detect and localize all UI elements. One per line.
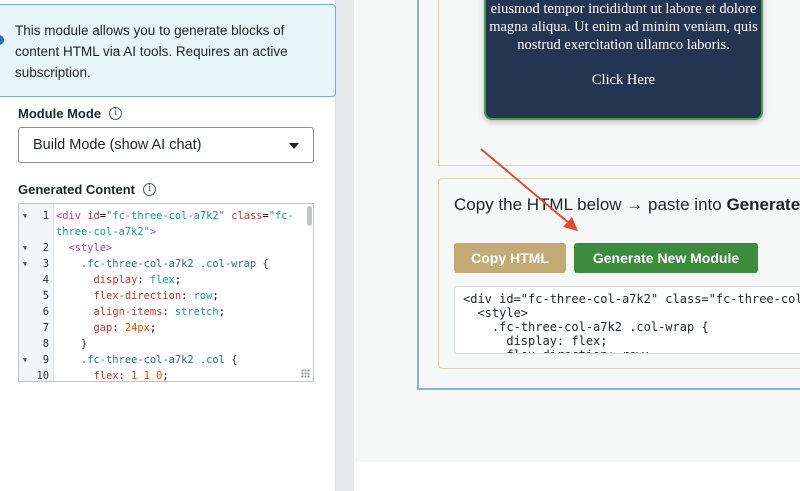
generated-content-label-text: Generated Content	[18, 182, 136, 197]
line-number: 5	[42, 290, 49, 302]
copy-html-button[interactable]: Copy HTML	[454, 243, 566, 273]
copy-html-panel: Copy the HTML below → paste into Generat…	[438, 178, 800, 369]
code-line: 6 align-items: stretch;	[19, 304, 313, 320]
line-number: 7	[42, 322, 49, 334]
info-icon[interactable]: i	[143, 183, 157, 196]
info-notice: This module allows you to generate block…	[0, 4, 336, 97]
code-line: three-col-a7k2">	[56, 226, 157, 238]
code-editor[interactable]: ▼ 1 <div id="fc-three-col-a7k2" class="fc-…	[18, 203, 314, 382]
chevron-down-icon	[289, 143, 299, 149]
module-mode-label-text: Module Mode	[18, 106, 102, 121]
code-line: ▼ 1 <div id="fc-three-col-a7k2" class="fc-	[19, 208, 313, 224]
panel-divider[interactable]	[336, 0, 354, 491]
line-number: 9	[42, 354, 49, 366]
generate-new-module-button[interactable]: Generate New Module	[574, 243, 758, 273]
copy-instructions: Copy the HTML below → paste into Generat…	[454, 195, 800, 215]
resize-handle-icon[interactable]	[301, 369, 310, 378]
generated-content-label: Generated Content i	[18, 182, 157, 197]
module-mode-select-value: Build Mode (show AI chat)	[33, 137, 202, 153]
code-line: 8 }	[19, 336, 313, 352]
line-number: 10	[36, 370, 49, 382]
html-output-box[interactable]: <div id="fc-three-col-a7k2" class="fc-th…	[454, 286, 800, 354]
code-line: 5 flex-direction: row;	[19, 288, 313, 304]
line-number: 2	[42, 242, 49, 254]
line-number: 6	[42, 306, 49, 318]
code-line: 10 flex: 1 1 0;	[19, 368, 313, 382]
line-number: 1	[42, 210, 49, 222]
copy-instructions-text: Copy the HTML below → paste into	[454, 195, 727, 214]
code-line: ▼ 9 .fc-three-col-a7k2 .col {	[19, 352, 313, 368]
settings-panel: This module allows you to generate block…	[0, 0, 336, 491]
code-line: 4 display: flex;	[19, 272, 313, 288]
line-number: 8	[42, 338, 49, 350]
notice-indicator-icon	[0, 35, 4, 45]
preview-footer	[354, 462, 800, 491]
notice-text: This module allows you to generate block…	[15, 23, 288, 80]
module-mode-label: Module Mode i	[18, 106, 123, 121]
line-number: 3	[42, 258, 49, 270]
code-line: ▼ 2 <style>	[19, 240, 313, 256]
line-number: 4	[42, 274, 49, 286]
hero-link[interactable]: Click Here	[486, 72, 761, 89]
code-line: ▼ 3 .fc-three-col-a7k2 .col-wrap {	[19, 256, 313, 272]
hero-card: eiusmod tempor incididunt ut labore et d…	[484, 0, 763, 120]
info-icon[interactable]: i	[109, 107, 123, 120]
html-output-code: <div id="fc-three-col-a7k2" class="fc-th…	[463, 292, 800, 353]
code-line: 7 gap: 24px;	[19, 320, 313, 336]
hero-text: eiusmod tempor incididunt ut labore et d…	[489, 1, 758, 53]
copy-instructions-bold: Generated	[726, 195, 800, 214]
module-mode-select[interactable]: Build Mode (show AI chat)	[18, 127, 314, 163]
